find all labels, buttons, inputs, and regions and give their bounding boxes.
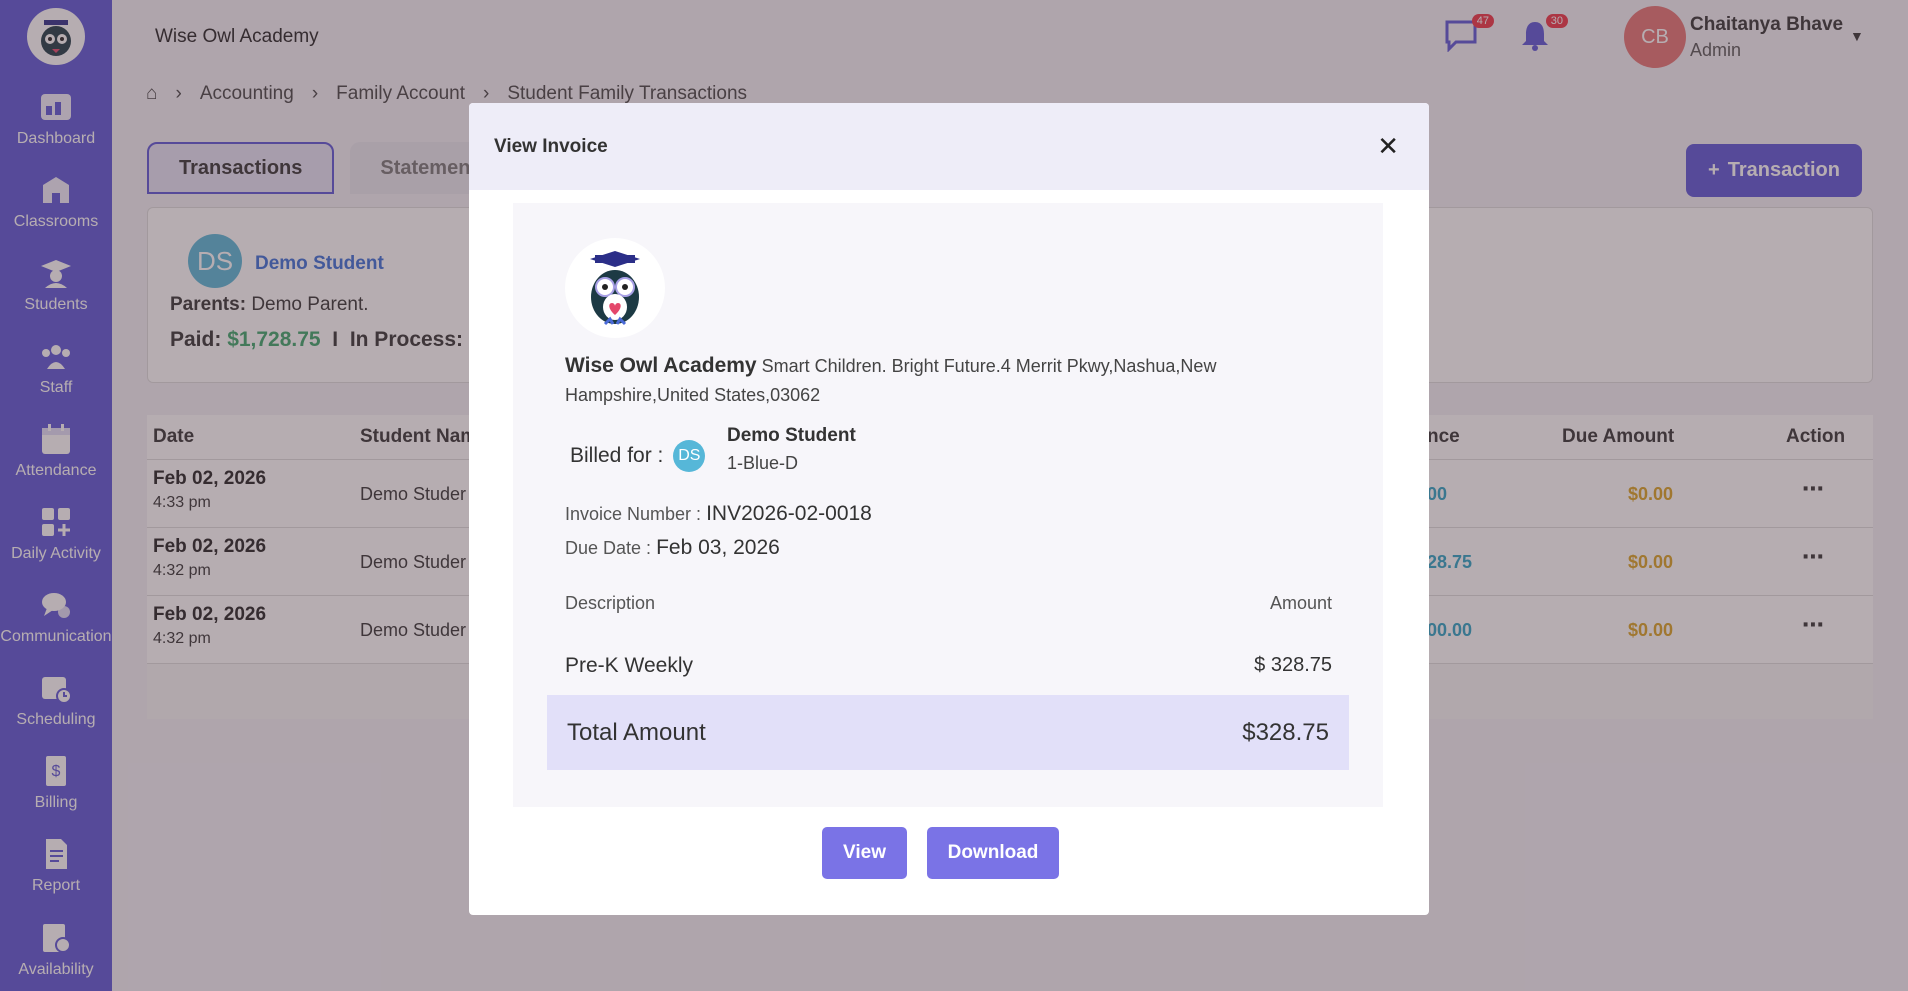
view-button[interactable]: View (822, 827, 907, 879)
modal-title: View Invoice (494, 135, 608, 157)
due-date-value: Feb 03, 2026 (656, 536, 780, 559)
owl-logo-icon (565, 238, 665, 338)
billed-student-name: Demo Student (727, 425, 856, 446)
billed-student-class: 1-Blue-D (727, 453, 799, 473)
total-label: Total Amount (567, 718, 706, 746)
due-date-label: Due Date : (565, 538, 652, 558)
invoice-body: Wise Owl Academy Smart Children. Bright … (513, 203, 1383, 807)
school-address: Wise Owl Academy Smart Children. Bright … (565, 351, 1265, 410)
invoice-number-value: INV2026-02-0018 (706, 502, 872, 525)
line-item-description: Pre-K Weekly (565, 654, 693, 677)
total-amount-row: Total Amount $328.75 (547, 695, 1349, 770)
view-invoice-modal: View Invoice ✕ Wise Owl Academy Smart Ch… (469, 103, 1429, 915)
close-icon[interactable]: ✕ (1377, 131, 1399, 162)
total-value: $328.75 (1242, 718, 1329, 746)
invoice-number-label: Invoice Number : (565, 504, 702, 524)
download-button[interactable]: Download (927, 827, 1059, 879)
invoice-number: Invoice Number : INV2026-02-0018 (565, 502, 872, 526)
billed-avatar: DS (673, 440, 706, 472)
description-header: Description (565, 593, 656, 613)
line-item-amount: $ 328.75 (1254, 654, 1332, 676)
amount-header: Amount (1269, 593, 1332, 613)
billed-for-label: Billed for : (570, 444, 664, 467)
billed-for: Billed for : DS (570, 440, 706, 472)
school-name: Wise Owl Academy (565, 354, 757, 377)
due-date: Due Date : Feb 03, 2026 (565, 536, 780, 560)
modal-header: View Invoice ✕ (469, 103, 1429, 190)
